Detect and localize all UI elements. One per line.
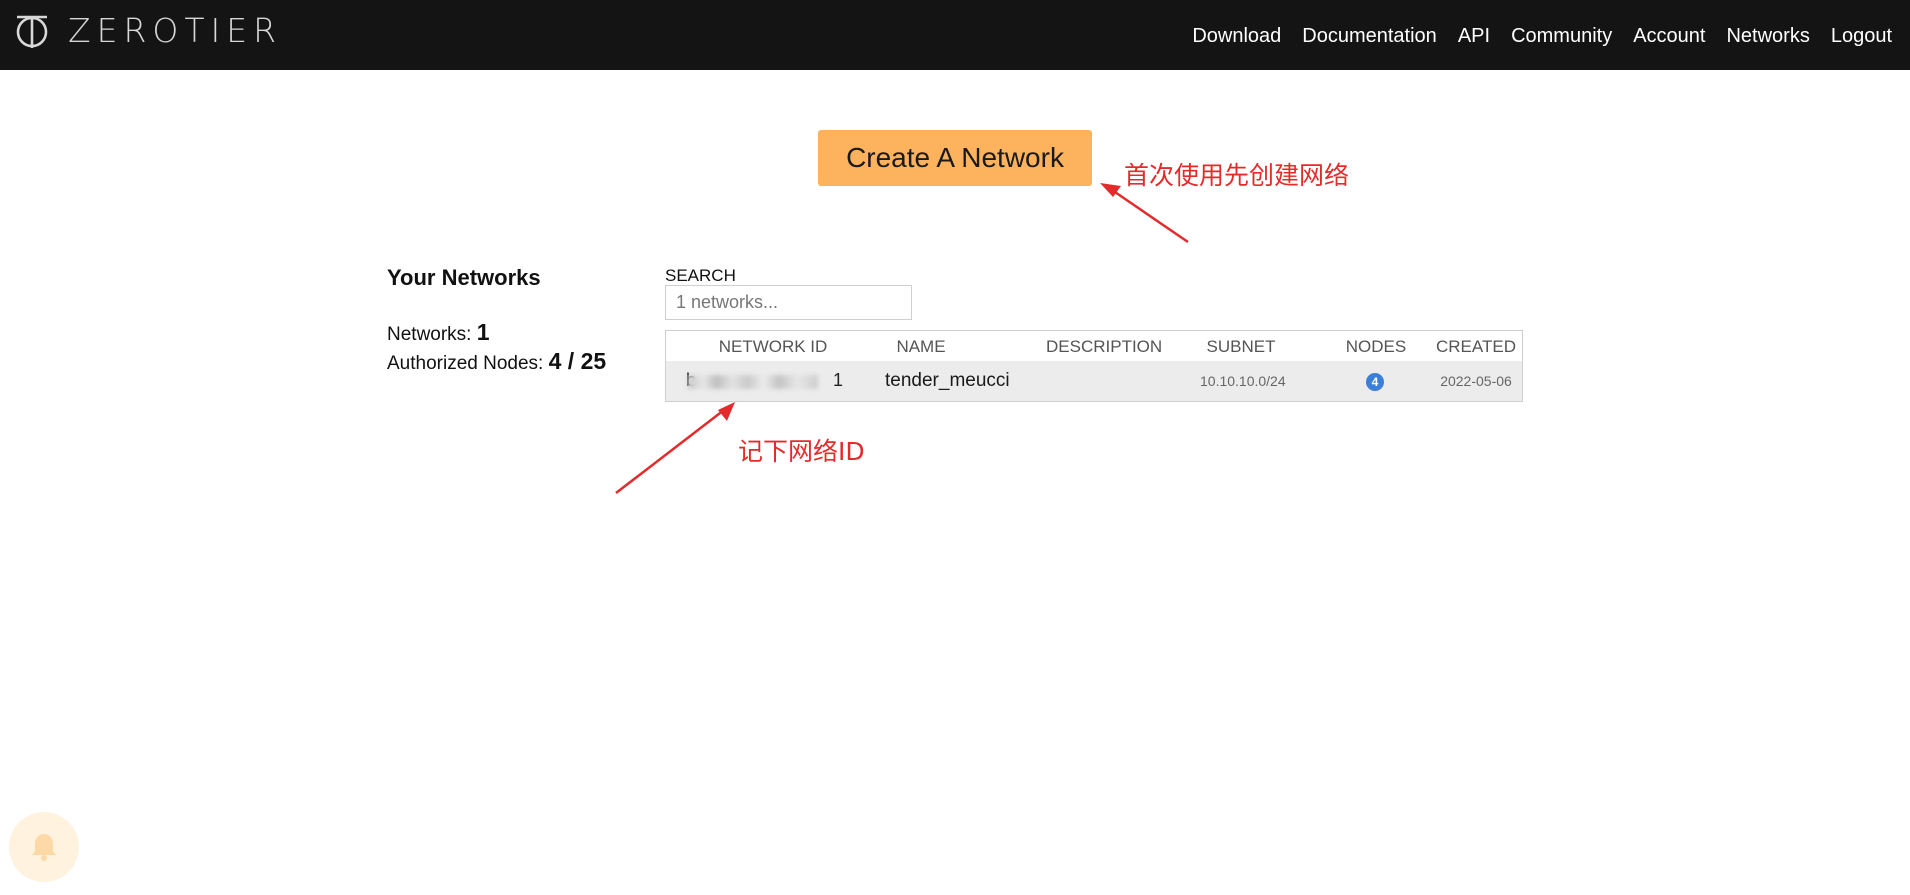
header-name[interactable]: NAME <box>866 337 976 357</box>
nav-networks[interactable]: Networks <box>1726 22 1809 50</box>
network-created: 2022-05-06 <box>1440 373 1512 389</box>
nav-community[interactable]: Community <box>1511 22 1612 50</box>
network-name[interactable]: tender_meucci <box>885 370 1010 392</box>
nav-account[interactable]: Account <box>1633 22 1705 50</box>
header-network-id[interactable]: NETWORK ID <box>703 337 843 357</box>
table-header: NETWORK ID NAME DESCRIPTION SUBNET NODES… <box>666 331 1522 361</box>
arrow-to-network-id <box>615 402 735 494</box>
annotation-id-hint: 记下网络ID <box>738 437 865 466</box>
authorized-nodes-value: 4 / 25 <box>548 348 607 374</box>
nav-api[interactable]: API <box>1458 22 1490 50</box>
nodes-badge: 4 <box>1366 373 1384 391</box>
create-network-button[interactable]: Create A Network <box>818 130 1092 186</box>
main-nav: Download Documentation API Community Acc… <box>1171 22 1892 50</box>
networks-count: Networks: 1 <box>387 319 490 346</box>
nav-download[interactable]: Download <box>1192 22 1281 50</box>
search-input[interactable] <box>665 285 912 320</box>
network-id-redacted <box>688 375 818 389</box>
table-row[interactable]: b 1 tender_meucci 10.10.10.0/24 4 2022-0… <box>666 361 1522 401</box>
header-subnet[interactable]: SUBNET <box>1191 337 1291 357</box>
authorized-nodes-label: Authorized Nodes: <box>387 353 544 374</box>
authorized-nodes-count: Authorized Nodes: 4 / 25 <box>387 348 606 375</box>
zerotier-logo-icon <box>16 15 48 48</box>
networks-count-value: 1 <box>476 319 490 345</box>
network-id-end: 1 <box>833 370 844 390</box>
zerotier-logo[interactable]: ZEROTIER <box>14 10 282 50</box>
brand-name: ZEROTIER <box>68 10 283 50</box>
your-networks-heading: Your Networks <box>387 265 541 290</box>
header-description[interactable]: DESCRIPTION <box>1046 337 1162 357</box>
header-nodes[interactable]: NODES <box>1326 337 1426 357</box>
networks-count-label: Networks: <box>387 324 472 345</box>
top-navigation-bar: ZEROTIER Download Documentation API Comm… <box>0 0 1910 70</box>
header-created[interactable]: CREATED <box>1426 337 1526 357</box>
annotation-create-hint: 首次使用先创建网络 <box>1124 161 1350 190</box>
notification-bell-button[interactable] <box>9 812 79 882</box>
bell-icon <box>32 834 56 861</box>
network-subnet: 10.10.10.0/24 <box>1200 373 1286 389</box>
nav-logout[interactable]: Logout <box>1831 22 1892 50</box>
nav-documentation[interactable]: Documentation <box>1302 22 1437 50</box>
networks-table: NETWORK ID NAME DESCRIPTION SUBNET NODES… <box>665 330 1523 402</box>
search-label: SEARCH <box>665 266 736 285</box>
